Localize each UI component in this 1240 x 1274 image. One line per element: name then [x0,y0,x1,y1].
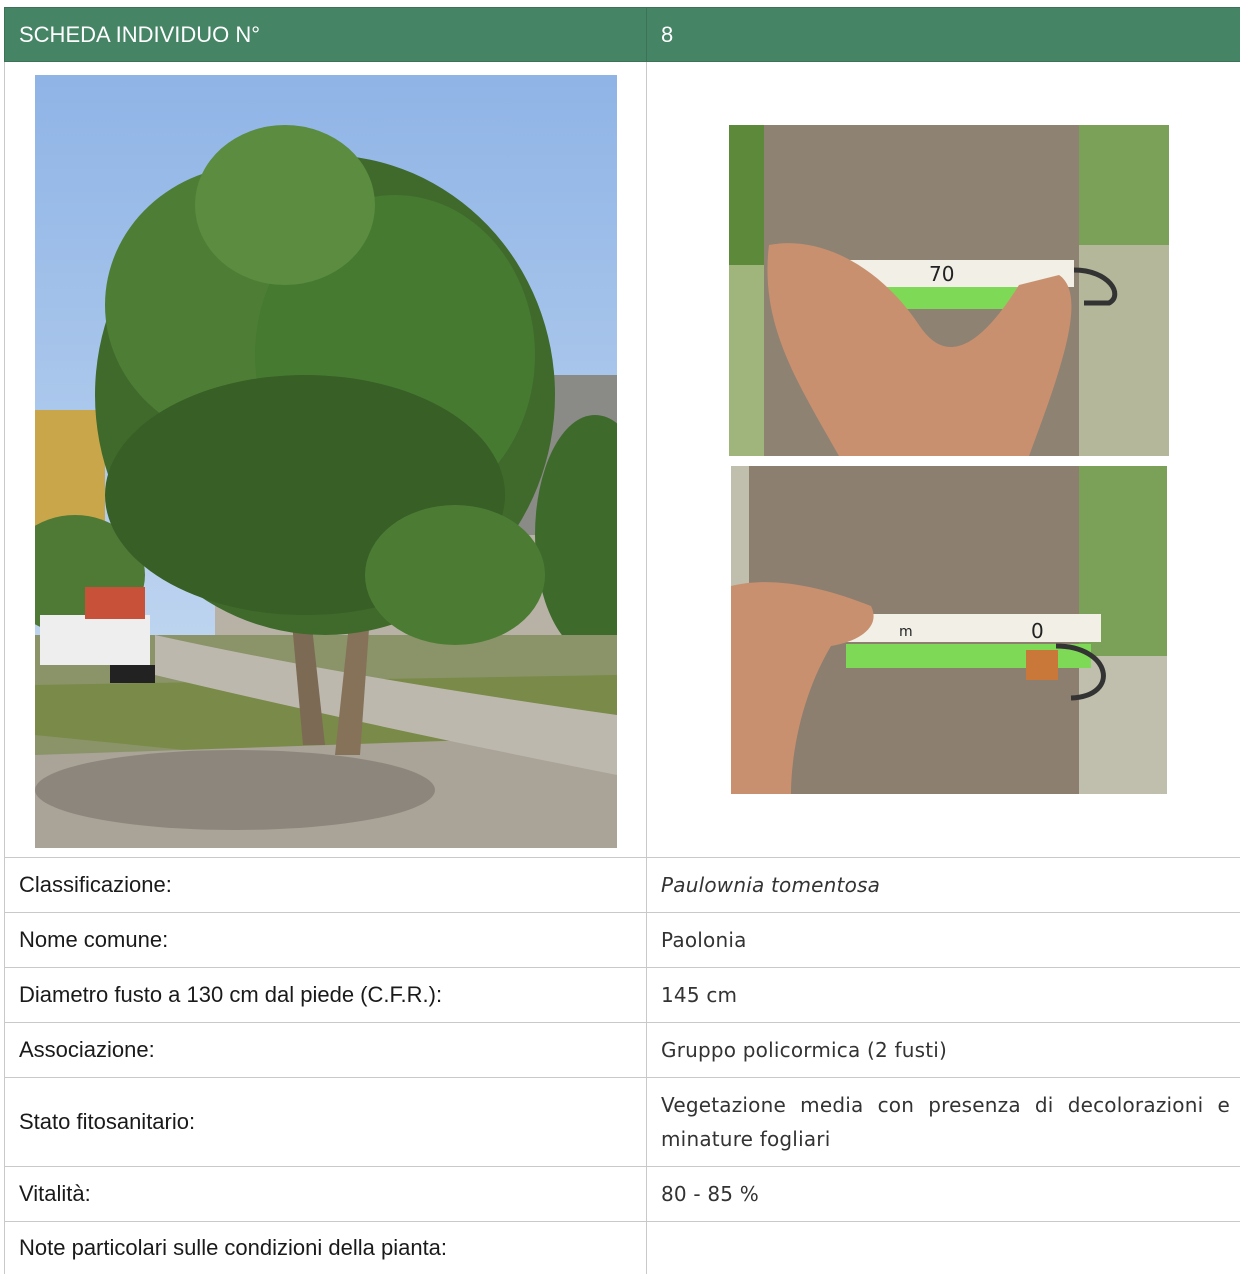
tree-photo [35,75,617,848]
row-stato-fitosanitario: Stato fitosanitario: Vegetazione media c… [5,1078,1240,1167]
row-classificazione: Classificazione: Paulownia tomentosa [5,858,1240,913]
tree-record-sheet: SCHEDA INDIVIDUO N° 8 [4,7,1240,1274]
row-value: Paolonia [647,913,1240,968]
row-nome-comune: Nome comune: Paolonia [5,913,1240,968]
row-label: Nome comune: [5,913,647,968]
row-associazione: Associazione: Gruppo policormica (2 fust… [5,1023,1240,1078]
tape-mark-70: 70 [929,262,954,286]
row-label: Classificazione: [5,858,647,913]
header-label: SCHEDA INDIVIDUO N° [5,8,647,62]
photo-row: 70 0 m [5,62,1240,858]
row-value: 145 cm [647,968,1240,1023]
header-row: SCHEDA INDIVIDUO N° 8 [5,8,1240,62]
record-table: SCHEDA INDIVIDUO N° 8 [4,7,1240,1274]
row-value [647,1222,1240,1274]
row-label: Vitalità: [5,1167,647,1222]
header-number: 8 [647,8,1240,62]
row-label: Diametro fusto a 130 cm dal piede (C.F.R… [5,968,647,1023]
row-value: Paulownia tomentosa [647,858,1240,913]
measuring-tape-photo-top: 70 [729,125,1169,456]
row-label: Stato fitosanitario: [5,1078,647,1167]
row-note: Note particolari sulle condizioni della … [5,1222,1240,1274]
row-diametro: Diametro fusto a 130 cm dal piede (C.F.R… [5,968,1240,1023]
row-value: Vegetazione media con presenza di decolo… [647,1078,1240,1167]
tape-mark-m: m [899,624,913,640]
row-label: Associazione: [5,1023,647,1078]
row-value: 80 - 85 % [647,1167,1240,1222]
row-value: Gruppo policormica (2 fusti) [647,1023,1240,1078]
tape-mark-0: 0 [1031,619,1044,643]
tree-photo-cell [5,62,647,858]
row-label: Note particolari sulle condizioni della … [5,1222,647,1274]
measuring-tape-photo-bottom: 0 m [731,466,1167,794]
trunk-photos-cell: 70 0 m [647,62,1240,858]
row-vitalita: Vitalità: 80 - 85 % [5,1167,1240,1222]
